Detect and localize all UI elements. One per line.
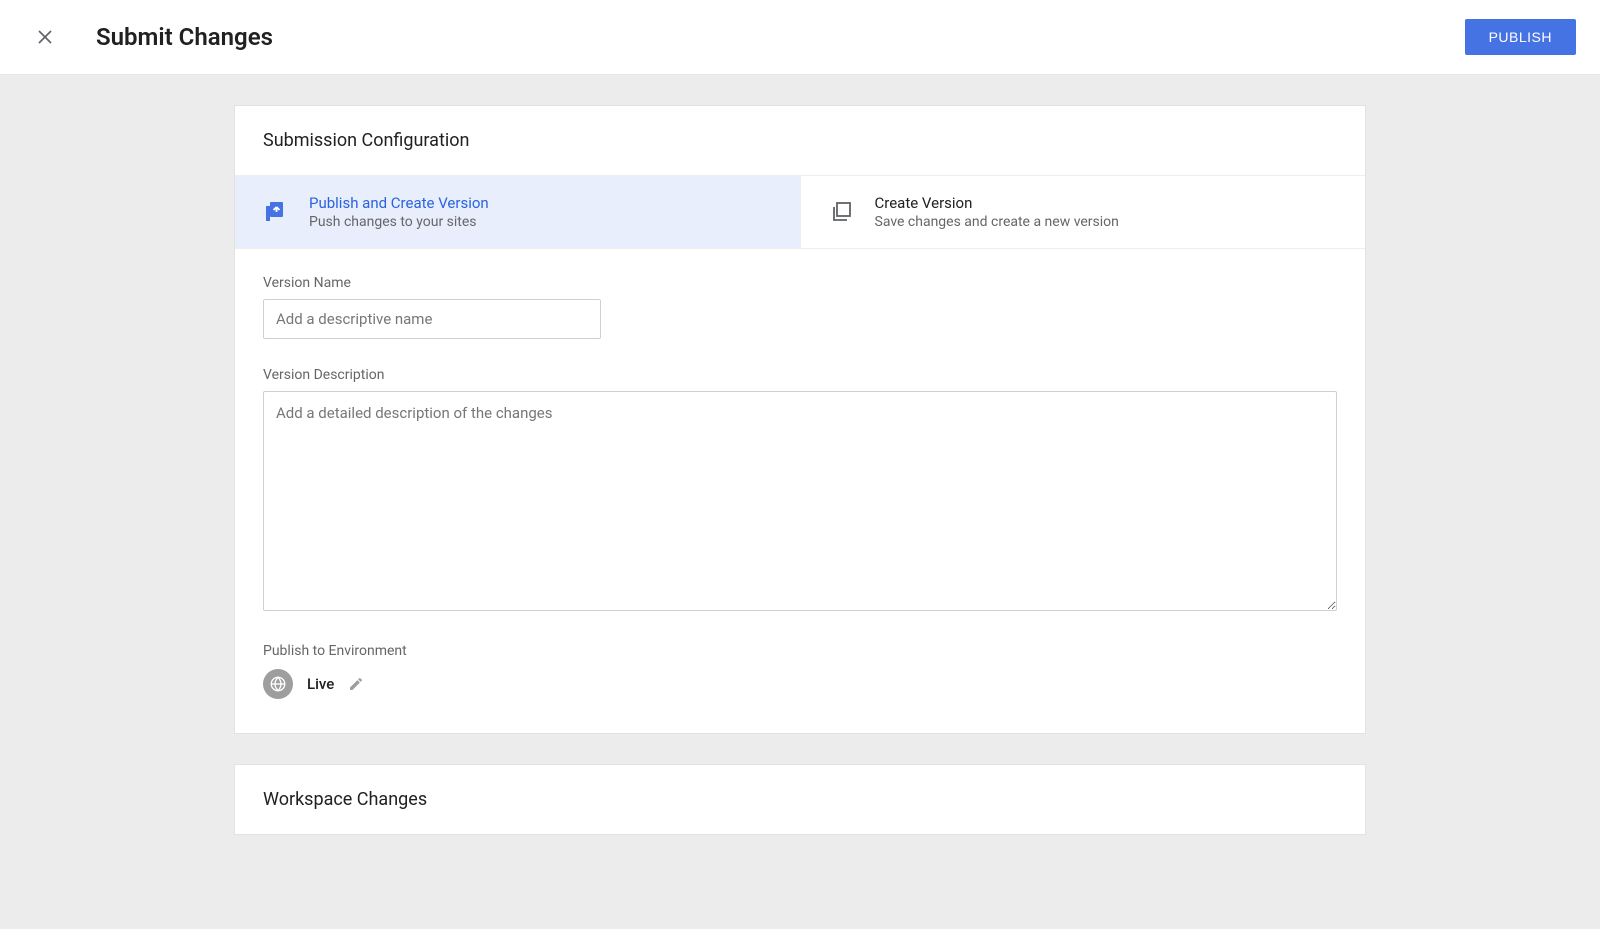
version-desc-label: Version Description xyxy=(263,367,1337,383)
option-text: Create Version Save changes and create a… xyxy=(875,194,1119,230)
close-icon[interactable] xyxy=(36,28,54,46)
publish-upload-icon xyxy=(263,200,287,224)
top-bar: Submit Changes PUBLISH xyxy=(0,0,1600,75)
form-body: Version Name Version Description Publish… xyxy=(235,249,1365,733)
option-row: Publish and Create Version Push changes … xyxy=(235,176,1365,249)
version-name-group: Version Name xyxy=(263,275,1337,339)
workspace-changes-card: Workspace Changes xyxy=(234,764,1366,835)
version-name-input[interactable] xyxy=(263,299,601,339)
option-create-version[interactable]: Create Version Save changes and create a… xyxy=(801,176,1366,248)
version-desc-group: Version Description xyxy=(263,367,1337,615)
environment-name: Live xyxy=(307,675,334,693)
main-content: Submission Configuration Publish and Cre… xyxy=(234,105,1366,835)
option-text: Publish and Create Version Push changes … xyxy=(309,194,489,230)
option-desc: Push changes to your sites xyxy=(309,214,489,230)
publish-env-group: Publish to Environment Live xyxy=(263,643,1337,699)
submission-configuration-card: Submission Configuration Publish and Cre… xyxy=(234,105,1366,734)
edit-icon[interactable] xyxy=(348,676,364,692)
page-title: Submit Changes xyxy=(96,23,273,51)
create-version-icon xyxy=(829,200,853,224)
environment-row: Live xyxy=(263,669,1337,699)
card-header: Submission Configuration xyxy=(235,106,1365,176)
card-header: Workspace Changes xyxy=(235,765,1365,834)
top-bar-left: Submit Changes xyxy=(36,23,273,51)
publish-button[interactable]: PUBLISH xyxy=(1465,19,1576,55)
option-title: Create Version xyxy=(875,194,1119,212)
option-desc: Save changes and create a new version xyxy=(875,214,1119,230)
globe-icon xyxy=(263,669,293,699)
option-publish-create-version[interactable]: Publish and Create Version Push changes … xyxy=(235,176,801,248)
publish-env-label: Publish to Environment xyxy=(263,643,1337,659)
version-name-label: Version Name xyxy=(263,275,1337,291)
version-desc-input[interactable] xyxy=(263,391,1337,611)
option-title: Publish and Create Version xyxy=(309,194,489,212)
